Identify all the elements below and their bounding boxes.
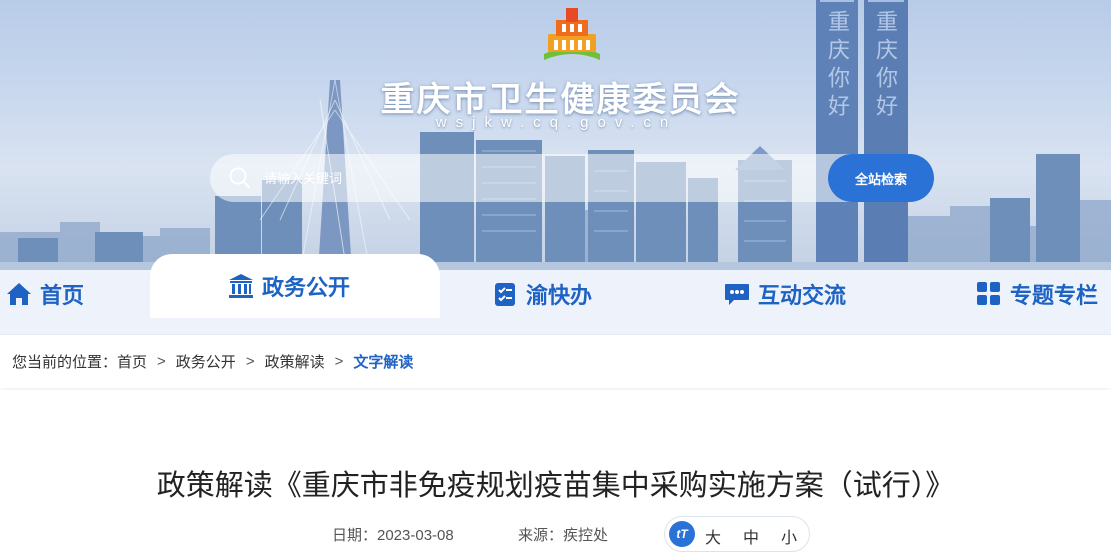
- nav-item-government-affairs[interactable]: 政务公开: [228, 270, 350, 302]
- home-icon: [7, 283, 31, 305]
- breadcrumb-separator: >: [245, 353, 255, 370]
- nav-item-label: 首页: [40, 283, 85, 308]
- breadcrumb-separator: >: [157, 353, 166, 370]
- nav-item-home[interactable]: 首页: [6, 278, 84, 310]
- font-size-small-button[interactable]: 小: [781, 524, 797, 548]
- nav-item-label: 渝快办: [526, 283, 593, 308]
- header-banner: 重庆你好 重庆你好 重庆市卫生健康委员会 wsjkw.cq.gov.cn 全站检…: [0, 0, 1111, 270]
- breadcrumb-prefix: 您当前的位置：: [12, 354, 118, 371]
- clipboard-checklist-icon: [495, 283, 515, 306]
- site-logo: [544, 8, 600, 60]
- site-domain: wsjkw.cq.gov.cn: [435, 114, 678, 131]
- search-button[interactable]: 全站检索: [828, 154, 934, 202]
- font-size-medium-button[interactable]: 中: [743, 524, 759, 548]
- search-input[interactable]: [264, 166, 804, 190]
- breadcrumb-separator: >: [334, 353, 344, 370]
- breadcrumb: 您当前的位置： 首页 > 政务公开 > 政策解读 > 文字解读: [0, 334, 1111, 388]
- article-source: 来源：疾控处: [518, 527, 609, 544]
- search-box: 全站检索: [210, 154, 934, 202]
- nav-item-label: 互动交流: [758, 283, 847, 308]
- font-size-control: tT 大 中 小: [664, 516, 810, 552]
- article-date: 日期：2023-03-08: [332, 527, 454, 544]
- breadcrumb-government-affairs-link[interactable]: 政务公开: [176, 351, 236, 372]
- font-size-large-button[interactable]: 大: [705, 524, 721, 548]
- nav-item-label: 专题专栏: [1010, 283, 1099, 308]
- nav-item-label: 政务公开: [262, 275, 351, 300]
- nav-item-special-topics[interactable]: 专题专栏: [976, 278, 1098, 310]
- breadcrumb-home-link[interactable]: 首页: [117, 351, 147, 372]
- government-building-icon: [229, 274, 253, 298]
- nav-item-yu-kuai-ban[interactable]: 渝快办: [492, 278, 592, 310]
- chat-bubble-icon: [725, 284, 749, 305]
- nav-item-interaction[interactable]: 互动交流: [724, 278, 846, 310]
- font-size-icon: tT: [669, 521, 695, 547]
- article-title: 政策解读《重庆市非免疫规划疫苗集中采购实施方案（试行）》: [156, 468, 955, 502]
- main-nav: 首页 政务公开 渝快办 互动交流 专题专栏: [0, 254, 1111, 334]
- breadcrumb-policy-interpretation-link[interactable]: 政策解读: [265, 351, 325, 372]
- breadcrumb-current-text-interpretation[interactable]: 文字解读: [353, 351, 413, 372]
- article-header: 政策解读《重庆市非免疫规划疫苗集中采购实施方案（试行）》 日期：2023-03-…: [0, 390, 1111, 552]
- grid-icon: [977, 282, 1000, 305]
- search-icon: [229, 167, 251, 189]
